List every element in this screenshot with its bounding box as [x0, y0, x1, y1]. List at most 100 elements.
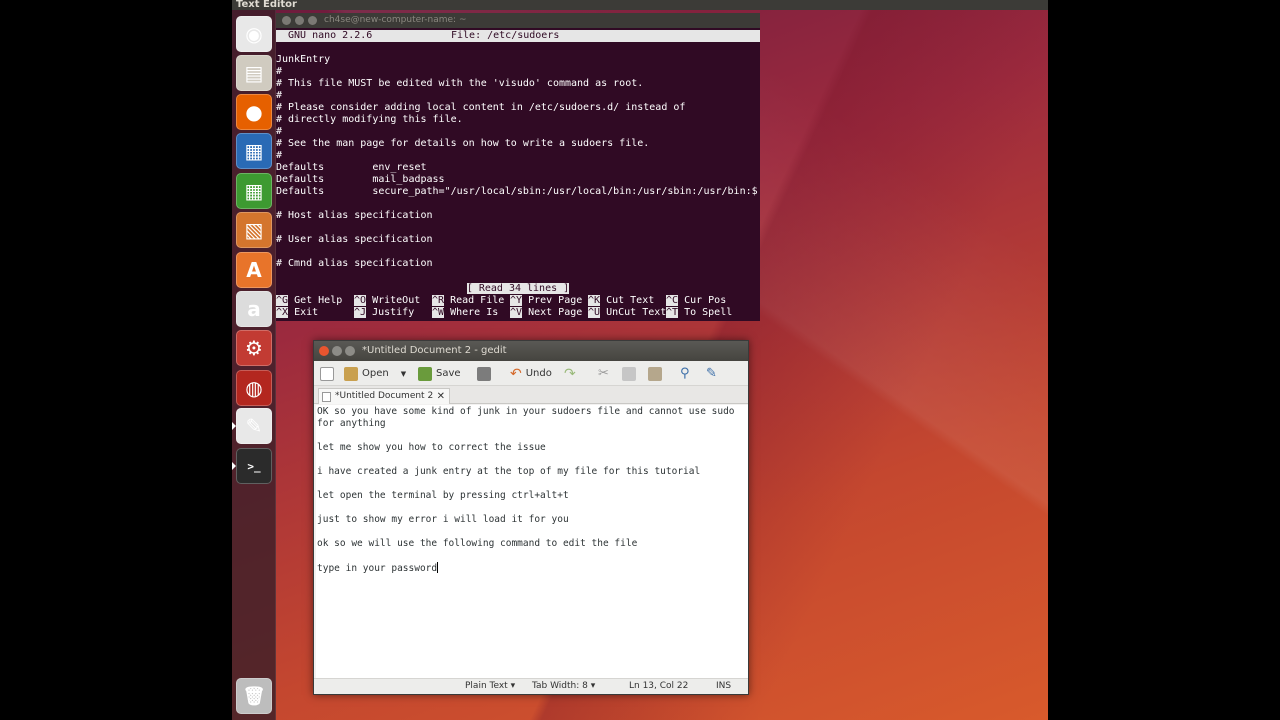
launcher: ◉ ▤ ● ▦ ▦ ▧ Aa ⚙ ◍ ✎ >_ 🗑 [232, 10, 276, 720]
maximize-icon[interactable] [308, 16, 317, 25]
editor-line: let me show you how to correct the issue [317, 442, 546, 453]
nano-line [276, 42, 760, 54]
tab-close-icon[interactable]: ✕ [437, 389, 445, 404]
amazon-icon[interactable]: a [236, 291, 272, 327]
gedit-toolbar: Open ▼ Save ↶ Undo ↷ ✂ ⚲ ✎ [314, 361, 748, 386]
gedit-text-area[interactable]: OK so you have some kind of junk in your… [316, 405, 748, 678]
nano-line [276, 246, 760, 258]
close-icon[interactable] [282, 16, 291, 25]
ubuntu-one-icon[interactable]: ◍ [236, 370, 272, 406]
shortcut-key: ^X [276, 307, 289, 318]
nano-line: # [276, 90, 283, 101]
redo-icon: ↷ [564, 365, 576, 382]
nano-line: # [276, 126, 283, 137]
editor-line: OK so you have some kind of junk in your… [317, 406, 741, 429]
shortcut-label: Cut Text [606, 295, 655, 306]
desktop: Text Editor ◉ ▤ ● ▦ ▦ ▧ Aa ⚙ ◍ ✎ >_ 🗑 ch4se@new-com… [232, 0, 1048, 720]
shortcut-key: ^W [432, 307, 445, 318]
nano-line: Defaults secure_path="/usr/local/sbin:/u… [276, 186, 758, 197]
top-panel: Text Editor [232, 0, 1048, 10]
shortcut-key: ^J [354, 307, 367, 318]
writer-icon[interactable]: ▦ [236, 133, 272, 169]
language-selector[interactable]: Plain Text ▾ [465, 679, 515, 694]
print-button[interactable] [477, 365, 491, 382]
terminal-window[interactable]: ch4se@new-computer-name: ~ GNU nano 2.2.… [276, 13, 760, 321]
software-center-icon[interactable]: A [236, 252, 272, 288]
tab-untitled-document-2[interactable]: *Untitled Document 2 ✕ [318, 388, 450, 404]
copy-button[interactable] [622, 365, 636, 382]
terminal-title: ch4se@new-computer-name: ~ [324, 15, 467, 25]
running-indicator [232, 462, 236, 470]
shortcut-key: ^U [588, 307, 601, 318]
new-document-icon [320, 366, 334, 381]
nano-header: GNU nano 2.2.6 File: /etc/sudoers [276, 30, 760, 42]
nano-line: JunkEntry [276, 54, 331, 65]
firefox-icon[interactable]: ● [236, 94, 272, 130]
terminal-titlebar[interactable]: ch4se@new-computer-name: ~ [276, 13, 760, 28]
nano-line: # Please consider adding local content i… [276, 102, 686, 113]
terminal-icon[interactable]: >_ [236, 448, 272, 484]
insert-mode: INS [716, 681, 732, 691]
nano-shortcut: ^T To Spell [666, 307, 744, 319]
cursor-position: Ln 13, Col 22 [629, 681, 689, 691]
impress-icon[interactable]: ▧ [236, 212, 272, 248]
open-button[interactable]: Open ▼ [344, 365, 406, 382]
nano-line [276, 198, 760, 210]
shortcut-label: UnCut Text [606, 307, 666, 318]
nano-shortcut: ^V Next Page [510, 307, 588, 319]
redo-button[interactable]: ↷ [564, 365, 576, 382]
gedit-window[interactable]: *Untitled Document 2 - gedit Open ▼ Save… [313, 340, 749, 695]
nano-shortcut: ^R Read File [432, 295, 510, 307]
files-icon[interactable]: ▤ [236, 55, 272, 91]
maximize-icon[interactable] [345, 346, 355, 356]
shortcut-key: ^Y [510, 295, 523, 306]
nano-shortcut: ^K Cut Text [588, 295, 666, 307]
calc-icon[interactable]: ▦ [236, 173, 272, 209]
search-button[interactable]: ⚲ [680, 365, 690, 382]
shortcut-key: ^V [510, 307, 523, 318]
nano-shortcuts-row-2: ^X Exit ^J Justify ^W Where Is ^V Next Page… [276, 307, 760, 319]
undo-icon: ↶ [510, 365, 522, 382]
nano-editor[interactable]: GNU nano 2.2.6 File: /etc/sudoers JunkEnt… [276, 28, 760, 321]
undo-button[interactable]: ↶ Undo [510, 365, 552, 382]
trash-icon[interactable]: 🗑 [236, 678, 272, 714]
close-icon[interactable] [319, 346, 329, 356]
cut-button[interactable]: ✂ [598, 365, 609, 382]
minimize-icon[interactable] [332, 346, 342, 356]
gedit-titlebar[interactable]: *Untitled Document 2 - gedit [314, 341, 748, 361]
shortcut-key: ^T [666, 307, 679, 318]
tab-width-selector[interactable]: Tab Width: 8 ▾ [532, 679, 595, 694]
text-cursor [437, 562, 439, 573]
editor-line: just to show my error i will load it for… [317, 514, 569, 525]
paste-button[interactable] [648, 365, 662, 382]
replace-button[interactable]: ✎ [706, 365, 717, 382]
nano-shortcut: ^Y Prev Page [510, 295, 588, 307]
nano-shortcut: ^J Justify [354, 307, 432, 319]
nano-shortcut: ^W Where Is [432, 307, 510, 319]
text-editor-icon[interactable]: ✎ [236, 408, 272, 444]
nano-line: # directly modifying this file. [276, 114, 463, 125]
replace-icon: ✎ [706, 366, 717, 381]
chevron-down-icon[interactable]: ▼ [401, 370, 406, 378]
shortcut-key: ^C [666, 295, 679, 306]
shortcut-label: Read File [450, 295, 505, 306]
scissors-icon: ✂ [598, 366, 609, 381]
printer-icon [477, 366, 491, 381]
gedit-tab-bar: *Untitled Document 2 ✕ [314, 386, 748, 404]
dash-icon[interactable]: ◉ [236, 16, 272, 52]
save-icon [418, 366, 432, 381]
minimize-icon[interactable] [295, 16, 304, 25]
search-icon: ⚲ [680, 366, 690, 381]
nano-line: # User alias specification [276, 234, 433, 245]
nano-shortcuts-row-1: ^G Get Help ^O WriteOut ^R Read File ^Y Pre… [276, 295, 760, 307]
new-button[interactable] [320, 365, 334, 382]
save-button[interactable]: Save [418, 365, 461, 382]
nano-shortcut: ^G Get Help [276, 295, 354, 307]
gedit-statusbar: Plain Text ▾ Tab Width: 8 ▾ Ln 13, Col 2… [314, 678, 748, 694]
nano-content[interactable]: JunkEntry # # This file MUST be edited wit… [276, 42, 760, 282]
settings-icon[interactable]: ⚙ [236, 330, 272, 366]
